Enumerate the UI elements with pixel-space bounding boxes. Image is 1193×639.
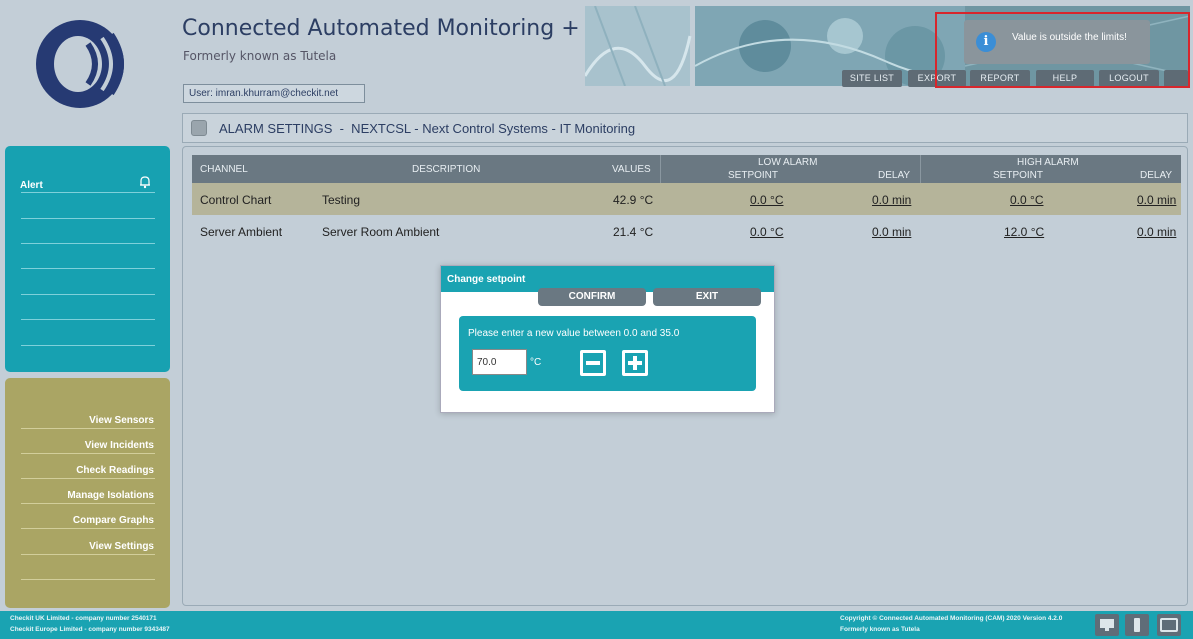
divider [21,243,155,244]
change-setpoint-dialog: Change setpoint CONFIRM EXIT Please ente… [440,265,775,413]
cell-channel: Control Chart [200,193,272,207]
low-delay-link[interactable]: 0.0 min [872,225,911,239]
divider [21,218,155,219]
table-row: Server Ambient Server Room Ambient 21.4 … [192,215,1181,247]
menu-compare-graphs[interactable]: Compare Graphs [73,515,154,526]
column-header-high-delay: DELAY [1140,170,1173,181]
settings-page-icon [191,120,207,136]
decrement-button[interactable] [580,350,606,376]
divider [21,192,155,193]
column-header-low-setpoint: SETPOINT [728,170,779,181]
divider [21,345,155,346]
alarm-settings-table: CHANNEL DESCRIPTION VALUES LOW ALARM SET… [192,155,1181,247]
menu-view-settings[interactable]: View Settings [89,541,154,552]
cell-description: Server Room Ambient [322,225,440,239]
highlight-box [935,12,1190,88]
unit-label: °C [530,357,542,368]
low-delay-link[interactable]: 0.0 min [872,193,911,207]
divider [21,453,155,454]
desktop-icon[interactable] [1095,614,1119,636]
minus-icon [583,353,603,373]
dialog-message: Please enter a new value between 0.0 and… [468,328,680,339]
footer-company-europe: Checkit Europe Limited - company number … [10,626,170,633]
app-subtitle: Formerly known as Tutela [183,49,337,63]
high-delay-link[interactable]: 0.0 min [1137,225,1176,239]
divider [21,319,155,320]
exit-button[interactable]: EXIT [653,288,761,306]
table-header: CHANNEL DESCRIPTION VALUES LOW ALARM SET… [192,155,1181,183]
divider [21,528,155,529]
high-setpoint-link[interactable]: 0.0 °C [1010,193,1043,207]
column-header-description: DESCRIPTION [412,164,481,175]
dialog-title: Change setpoint [447,274,526,285]
low-setpoint-link[interactable]: 0.0 °C [750,193,783,207]
low-setpoint-link[interactable]: 0.0 °C [750,225,783,239]
app-title: Connected Automated Monitoring + [182,16,580,41]
divider [21,428,155,429]
menu-view-sensors[interactable]: View Sensors [89,415,154,426]
breadcrumb: ALARM SETTINGS - NEXTCSL - Next Control … [182,113,1188,143]
cell-value: 42.9 °C [613,193,654,207]
table-row: Control Chart Testing 42.9 °C 0.0 °C 0.0… [192,183,1181,215]
menu-view-incidents[interactable]: View Incidents [85,440,154,451]
tablet-icon[interactable] [1157,614,1181,636]
column-header-high-alarm: HIGH ALARM [1017,157,1079,168]
column-header-low-alarm: LOW ALARM [758,157,818,168]
plus-icon [625,353,645,373]
divider [21,579,155,580]
high-delay-link[interactable]: 0.0 min [1137,193,1176,207]
divider [21,554,155,555]
setpoint-input[interactable] [472,349,527,375]
alert-label[interactable]: Alert [20,180,43,191]
company-logo [36,20,124,108]
footer-copyright: Copyright © Connected Automated Monitori… [840,615,1063,622]
column-header-channel: CHANNEL [200,164,248,175]
user-field: User: imran.khurram@checkit.net [183,84,365,103]
divider [21,478,155,479]
cell-value: 21.4 °C [613,225,654,239]
column-header-high-setpoint: SETPOINT [993,170,1044,181]
increment-button[interactable] [622,350,648,376]
site-list-button[interactable]: SITE LIST [842,70,902,87]
navigation-menu: View Sensors View Incidents Check Readin… [5,378,170,608]
divider [660,155,661,183]
divider [21,503,155,504]
cell-channel: Server Ambient [200,225,283,239]
bell-icon[interactable] [138,175,152,189]
footer-formerly: Formerly known as Tutela [840,626,920,633]
divider [920,155,921,183]
dialog-body: Please enter a new value between 0.0 and… [459,316,756,391]
column-header-values: VALUES [612,164,651,175]
footer: Checkit UK Limited - company number 2540… [0,611,1193,639]
breadcrumb-text: ALARM SETTINGS - NEXTCSL - Next Control … [219,121,636,136]
column-header-low-delay: DELAY [878,170,911,181]
divider [21,294,155,295]
cell-description: Testing [322,193,361,207]
footer-company-uk: Checkit UK Limited - company number 2540… [10,615,157,622]
alert-panel: Alert [5,146,170,372]
high-setpoint-link[interactable]: 12.0 °C [1004,225,1044,239]
confirm-button[interactable]: CONFIRM [538,288,646,306]
menu-manage-isolations[interactable]: Manage Isolations [67,490,154,501]
menu-check-readings[interactable]: Check Readings [76,465,154,476]
divider [21,268,155,269]
mobile-icon[interactable] [1125,614,1149,636]
